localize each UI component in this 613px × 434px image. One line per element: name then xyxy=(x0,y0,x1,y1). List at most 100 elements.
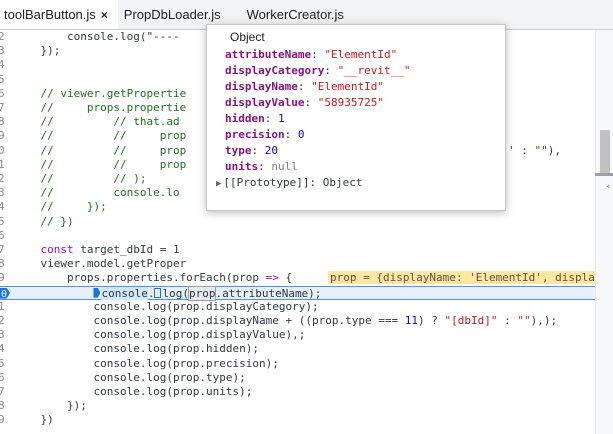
tab-label: WorkerCreator.js xyxy=(246,7,344,22)
tab-label: toolBarButton.js xyxy=(4,7,96,22)
code-text: console.log(prop.units); xyxy=(14,385,253,398)
line-number[interactable]: 5 xyxy=(0,215,10,229)
code-text: // // prop xyxy=(14,143,187,157)
code-line[interactable]: 8 viewer.model.getProper xyxy=(0,257,595,271)
prototype-label: [[Prototype]]: Object xyxy=(223,176,363,189)
property-value: 0 xyxy=(297,128,305,141)
popover-title: Object xyxy=(230,30,265,44)
expand-triangle-icon[interactable]: ▶ xyxy=(216,179,221,189)
code-line-overflow: ' : ""), xyxy=(508,143,561,157)
line-number[interactable]: 3 xyxy=(0,328,10,342)
prototype-row[interactable]: ▶ [[Prototype]]: Object xyxy=(216,175,363,191)
execution-step-icon[interactable] xyxy=(93,287,101,298)
inline-value-text: prop = {displayName: 'ElementId', displa xyxy=(328,271,596,285)
continue-step-icon[interactable] xyxy=(154,287,162,298)
line-number[interactable]: 6 xyxy=(0,87,10,101)
line-number[interactable]: 9 xyxy=(0,129,10,143)
code-text: }) xyxy=(14,413,54,427)
object-property[interactable]: attributeName: "ElementId" xyxy=(225,47,397,63)
object-property[interactable]: precision: 0 xyxy=(225,127,304,143)
line-number[interactable]: 3 xyxy=(0,186,10,200)
scrollbar-thumb[interactable] xyxy=(600,130,610,174)
breakpoint-ruler-mark xyxy=(595,173,613,176)
line-number[interactable]: 8 xyxy=(0,399,10,413)
code-text: // props.propertie xyxy=(14,101,187,114)
code-line[interactable]: 8 }); xyxy=(0,399,595,413)
object-property[interactable]: displayName: "ElementId" xyxy=(225,79,384,95)
collapse-marker[interactable]: ‹ xyxy=(606,182,611,192)
property-key: displayName xyxy=(225,80,298,93)
line-number[interactable]: 4 xyxy=(0,342,10,356)
line-number[interactable]: 1 xyxy=(0,300,10,314)
code-line[interactable]: 6 console.log(prop.type); xyxy=(0,371,595,385)
code-text: // // prop xyxy=(14,129,187,143)
code-text: console.log(prop.displayName + ((prop.ty… xyxy=(14,314,558,327)
line-number[interactable]: 3 xyxy=(0,44,10,58)
code-line[interactable]: 0 console. log(prop.attributeName); xyxy=(0,285,595,301)
inline-debug-value[interactable]: prop = {displayName: 'ElementId', displa xyxy=(328,271,596,285)
code-text: const target_dbId = 1 xyxy=(40,243,180,256)
property-value: "__revit__" xyxy=(337,64,411,77)
code-line[interactable]: 5 console.log(prop.precision); xyxy=(0,357,595,371)
code-text: console.log("---- xyxy=(14,30,180,43)
line-number[interactable]: 8 xyxy=(0,115,10,129)
property-key: displayValue xyxy=(225,96,305,109)
code-line[interactable]: 9 }) xyxy=(0,413,595,427)
code-line[interactable]: 7 console.log(prop.units); xyxy=(0,385,595,399)
line-number[interactable]: 2 xyxy=(0,314,10,328)
code-line[interactable]: 1 console.log(prop.displayCategory); xyxy=(0,300,595,314)
object-property[interactable]: units: null xyxy=(225,159,298,175)
property-value: 1 xyxy=(278,112,285,125)
code-text: // }) xyxy=(14,214,74,228)
property-key: attributeName xyxy=(225,48,312,61)
property-value: "ElementId" xyxy=(324,48,398,61)
vertical-scrollbar[interactable]: ‹ xyxy=(595,30,613,434)
breakpoint-marker-icon[interactable]: 0 xyxy=(0,287,10,299)
property-key: precision xyxy=(225,128,285,141)
line-number[interactable]: 0 xyxy=(0,144,10,158)
object-property[interactable]: hidden: 1 xyxy=(225,111,285,127)
code-text: console.log(prop.displayValue),; xyxy=(14,328,306,342)
code-text: // }); xyxy=(14,200,107,214)
line-number[interactable]: 2 xyxy=(0,172,10,186)
code-text: console.log(prop.displayCategory); xyxy=(14,299,319,313)
object-property[interactable]: displayCategory: "__revit__" xyxy=(225,63,410,79)
line-number[interactable]: 6 xyxy=(0,229,10,243)
line-number[interactable]: 2 xyxy=(0,30,10,44)
property-value: null xyxy=(271,160,298,173)
code-text: // // prop xyxy=(14,157,187,171)
line-number[interactable]: 7 xyxy=(0,385,10,399)
code-line[interactable]: 3 console.log(prop.displayValue),; xyxy=(0,328,595,342)
code-line[interactable]: 6 xyxy=(0,229,595,243)
code-text: console.log(prop.precision); xyxy=(14,356,279,370)
property-key: displayCategory xyxy=(225,64,325,77)
code-text: // console.lo xyxy=(14,186,180,200)
line-number[interactable]: 8 xyxy=(0,257,10,271)
tab-toolbarbutton[interactable]: toolBarButton.js × xyxy=(0,0,118,29)
line-number[interactable]: 6 xyxy=(0,371,10,385)
line-number[interactable]: 4 xyxy=(0,58,10,72)
line-number[interactable]: 7 xyxy=(0,101,10,115)
close-tab-icon[interactable]: × xyxy=(101,8,108,22)
line-number[interactable]: 5 xyxy=(0,357,10,371)
code-text: console.log(prop.hidden); xyxy=(14,342,260,356)
code-text: // viewer.getPropertie xyxy=(14,86,187,100)
code-line[interactable]: 4 console.log(prop.hidden); xyxy=(0,342,595,356)
code-text: console.log(prop.type); xyxy=(14,370,246,384)
line-number[interactable]: 9 xyxy=(0,413,10,427)
object-property[interactable]: type: 20 xyxy=(225,143,278,159)
code-line[interactable]: 7 const target_dbId = 1 xyxy=(0,243,595,257)
code-text: props.properties.forEach(prop => { xyxy=(14,271,293,285)
line-number[interactable]: 9 xyxy=(0,271,10,285)
code-line[interactable]: 5 // }) xyxy=(0,215,595,229)
code-line[interactable]: 2 console.log(prop.displayName + ((prop.… xyxy=(0,314,595,328)
line-number[interactable]: 5 xyxy=(0,73,10,87)
line-number[interactable]: 1 xyxy=(0,158,10,172)
line-number[interactable]: 7 xyxy=(0,243,10,257)
object-property[interactable]: displayValue: "58935725" xyxy=(225,95,384,111)
property-key: hidden xyxy=(225,112,265,125)
line-number[interactable]: 4 xyxy=(0,200,10,214)
property-key: type xyxy=(225,144,252,157)
code-text: console. log(prop.attributeName); xyxy=(14,285,321,301)
object-preview-popover: Object attributeName: "ElementId" display… xyxy=(206,24,506,211)
